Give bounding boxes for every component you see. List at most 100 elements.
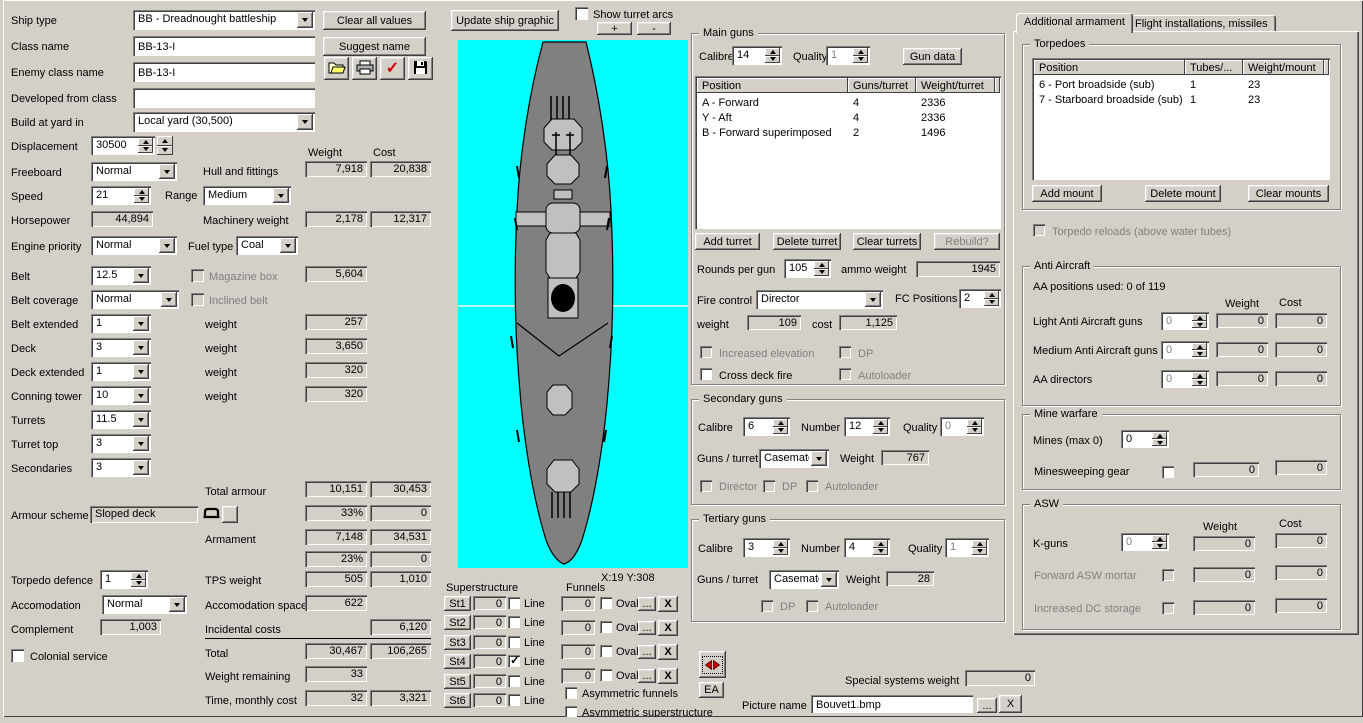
torpedo-row-tubes[interactable]: 1 xyxy=(1190,94,1196,106)
funnel1-oval-checkbox[interactable] xyxy=(600,597,612,609)
torpedo-row-weight[interactable]: 23 xyxy=(1248,79,1260,91)
turret-row-guns[interactable]: 4 xyxy=(853,112,859,124)
st5-button[interactable]: St5 xyxy=(444,674,471,689)
ea-button[interactable]: EA xyxy=(699,682,724,698)
freeboard-dropdown[interactable]: Normal xyxy=(91,162,177,181)
picture-browse-button[interactable]: ... xyxy=(977,698,997,713)
torpedoes-table[interactable]: Position Tubes/... Weight/mount 6 - Port… xyxy=(1032,58,1330,180)
belt-dropdown[interactable]: 12.5 xyxy=(91,266,151,285)
aa-directors-spinner[interactable]: 0 xyxy=(1161,370,1209,388)
ship-graphic-canvas[interactable] xyxy=(458,40,688,568)
funnel2-delete-button[interactable]: X xyxy=(658,620,678,636)
speed-spinner[interactable]: 21 xyxy=(91,186,151,205)
funnel4-more-button[interactable]: ... xyxy=(638,669,656,683)
turret-row-weight[interactable]: 2336 xyxy=(921,97,945,109)
turret-row-guns[interactable]: 2 xyxy=(853,127,859,139)
st1-button[interactable]: St1 xyxy=(444,596,471,611)
st2-line-checkbox[interactable] xyxy=(508,616,520,628)
colonial-service-checkbox[interactable] xyxy=(11,649,24,662)
st5-line-checkbox[interactable] xyxy=(508,675,520,687)
secondary-guns-turret-dropdown[interactable]: Casemate: xyxy=(759,449,829,468)
torpedo-defence-spinner[interactable]: 1 xyxy=(100,570,148,589)
secondaries-armour-dropdown[interactable]: 3 xyxy=(91,458,151,477)
show-turret-arcs-checkbox[interactable] xyxy=(575,7,588,20)
add-turret-button[interactable]: Add turret xyxy=(695,233,760,250)
open-file-button[interactable] xyxy=(324,57,349,80)
st6-button[interactable]: St6 xyxy=(444,693,471,708)
delete-turret-button[interactable]: Delete turret xyxy=(773,233,841,250)
fire-control-dropdown[interactable]: Director xyxy=(756,290,883,309)
funnel3-delete-button[interactable]: X xyxy=(658,644,678,660)
tertiary-guns-turret-dropdown[interactable]: Casemate: xyxy=(769,570,839,589)
st3-button[interactable]: St3 xyxy=(444,635,471,650)
build-yard-dropdown[interactable]: Local yard (30,500) xyxy=(133,112,315,132)
torpedo-row-position[interactable]: 6 - Port broadside (sub) xyxy=(1039,79,1155,91)
asymmetric-superstructure-checkbox[interactable] xyxy=(565,706,577,717)
kguns-spinner[interactable]: 0 xyxy=(1121,533,1169,551)
ship-type-dropdown[interactable]: BB - Dreadnought battleship xyxy=(133,10,315,30)
developed-from-input[interactable] xyxy=(133,88,315,108)
funnel3-more-button[interactable]: ... xyxy=(638,645,656,659)
conning-tower-dropdown[interactable]: 10 xyxy=(91,386,151,405)
validate-button[interactable]: ✓ xyxy=(380,57,405,80)
displacement-fine-spinner[interactable] xyxy=(157,136,173,155)
accomodation-dropdown[interactable]: Normal xyxy=(102,595,187,614)
st4-button[interactable]: St4 xyxy=(444,654,471,669)
turret-top-dropdown[interactable]: 3 xyxy=(91,434,151,453)
zoom-in-button[interactable]: + xyxy=(597,22,632,35)
displacement-spinner[interactable]: 30500 xyxy=(91,136,155,155)
fuel-type-dropdown[interactable]: Coal xyxy=(236,236,298,255)
tertiary-calibre-spinner[interactable]: 3 xyxy=(743,538,790,557)
st1-line-checkbox[interactable] xyxy=(508,597,520,609)
deck-dropdown[interactable]: 3 xyxy=(91,338,151,357)
torpedoes-header-position[interactable]: Position xyxy=(1034,60,1185,75)
torpedo-row-weight[interactable]: 23 xyxy=(1248,94,1260,106)
torpedoes-header-tubes[interactable]: Tubes/... xyxy=(1185,60,1243,75)
flip-ship-button[interactable] xyxy=(699,651,726,678)
funnel4-delete-button[interactable]: X xyxy=(658,668,678,684)
funnel1-more-button[interactable]: ... xyxy=(638,597,656,611)
gun-data-button[interactable]: Gun data xyxy=(903,48,962,65)
secondary-number-spinner[interactable]: 12 xyxy=(844,417,890,436)
update-ship-graphic-button[interactable]: Update ship graphic xyxy=(451,10,559,31)
cross-deck-fire-checkbox[interactable] xyxy=(700,368,712,380)
suggest-name-button[interactable]: Suggest name xyxy=(323,37,426,56)
engine-priority-dropdown[interactable]: Normal xyxy=(91,236,177,255)
turret-row-position[interactable]: B - Forward superimposed xyxy=(702,127,832,139)
clear-mounts-button[interactable]: Clear mounts xyxy=(1248,185,1329,202)
turret-row-guns[interactable]: 4 xyxy=(853,97,859,109)
torpedoes-header-weight[interactable]: Weight/mount xyxy=(1243,60,1324,75)
picture-clear-button[interactable]: X xyxy=(999,695,1022,713)
main-guns-table[interactable]: Position Guns/turret Weight/turret A - F… xyxy=(695,76,1001,229)
tab-flight-installations[interactable]: Flight installations, missiles xyxy=(1127,15,1276,31)
torpedo-row-position[interactable]: 7 - Starboard broadside (sub) xyxy=(1039,94,1183,106)
deck-extended-dropdown[interactable]: 1 xyxy=(91,362,151,381)
fc-positions-spinner[interactable]: 2 xyxy=(959,289,1001,308)
save-button[interactable] xyxy=(408,57,433,80)
tertiary-number-spinner[interactable]: 4 xyxy=(844,538,890,557)
main-quality-spinner[interactable]: 1 xyxy=(826,46,870,65)
tertiary-quality-spinner[interactable]: 1 xyxy=(945,538,989,557)
medium-aa-spinner[interactable]: 0 xyxy=(1161,341,1209,359)
light-aa-spinner[interactable]: 0 xyxy=(1161,312,1209,330)
armour-scheme-picker-button[interactable] xyxy=(222,506,238,523)
class-name-input[interactable] xyxy=(133,36,315,56)
torpedo-row-tubes[interactable]: 1 xyxy=(1190,79,1196,91)
secondary-quality-spinner[interactable]: 0 xyxy=(940,417,984,436)
turret-row-weight[interactable]: 1496 xyxy=(921,127,945,139)
zoom-out-button[interactable]: - xyxy=(637,22,671,35)
main-guns-header-guns[interactable]: Guns/turret xyxy=(848,78,916,93)
main-guns-header-weight[interactable]: Weight/turret xyxy=(916,78,995,93)
asymmetric-funnels-checkbox[interactable] xyxy=(565,687,577,699)
add-mount-button[interactable]: Add mount xyxy=(1032,185,1102,202)
st2-button[interactable]: St2 xyxy=(444,615,471,630)
mines-spinner[interactable]: 0 xyxy=(1121,430,1169,448)
delete-mount-button[interactable]: Delete mount xyxy=(1145,185,1221,202)
tab-additional-armament[interactable]: Additional armament xyxy=(1016,13,1133,33)
clear-turrets-button[interactable]: Clear turrets xyxy=(853,233,921,250)
belt-coverage-dropdown[interactable]: Normal xyxy=(91,290,179,309)
turret-row-position[interactable]: Y - Aft xyxy=(702,112,732,124)
belt-extended-dropdown[interactable]: 1 xyxy=(91,314,151,333)
funnel2-oval-checkbox[interactable] xyxy=(600,621,612,633)
rounds-per-gun-spinner[interactable]: 105 xyxy=(784,259,831,278)
